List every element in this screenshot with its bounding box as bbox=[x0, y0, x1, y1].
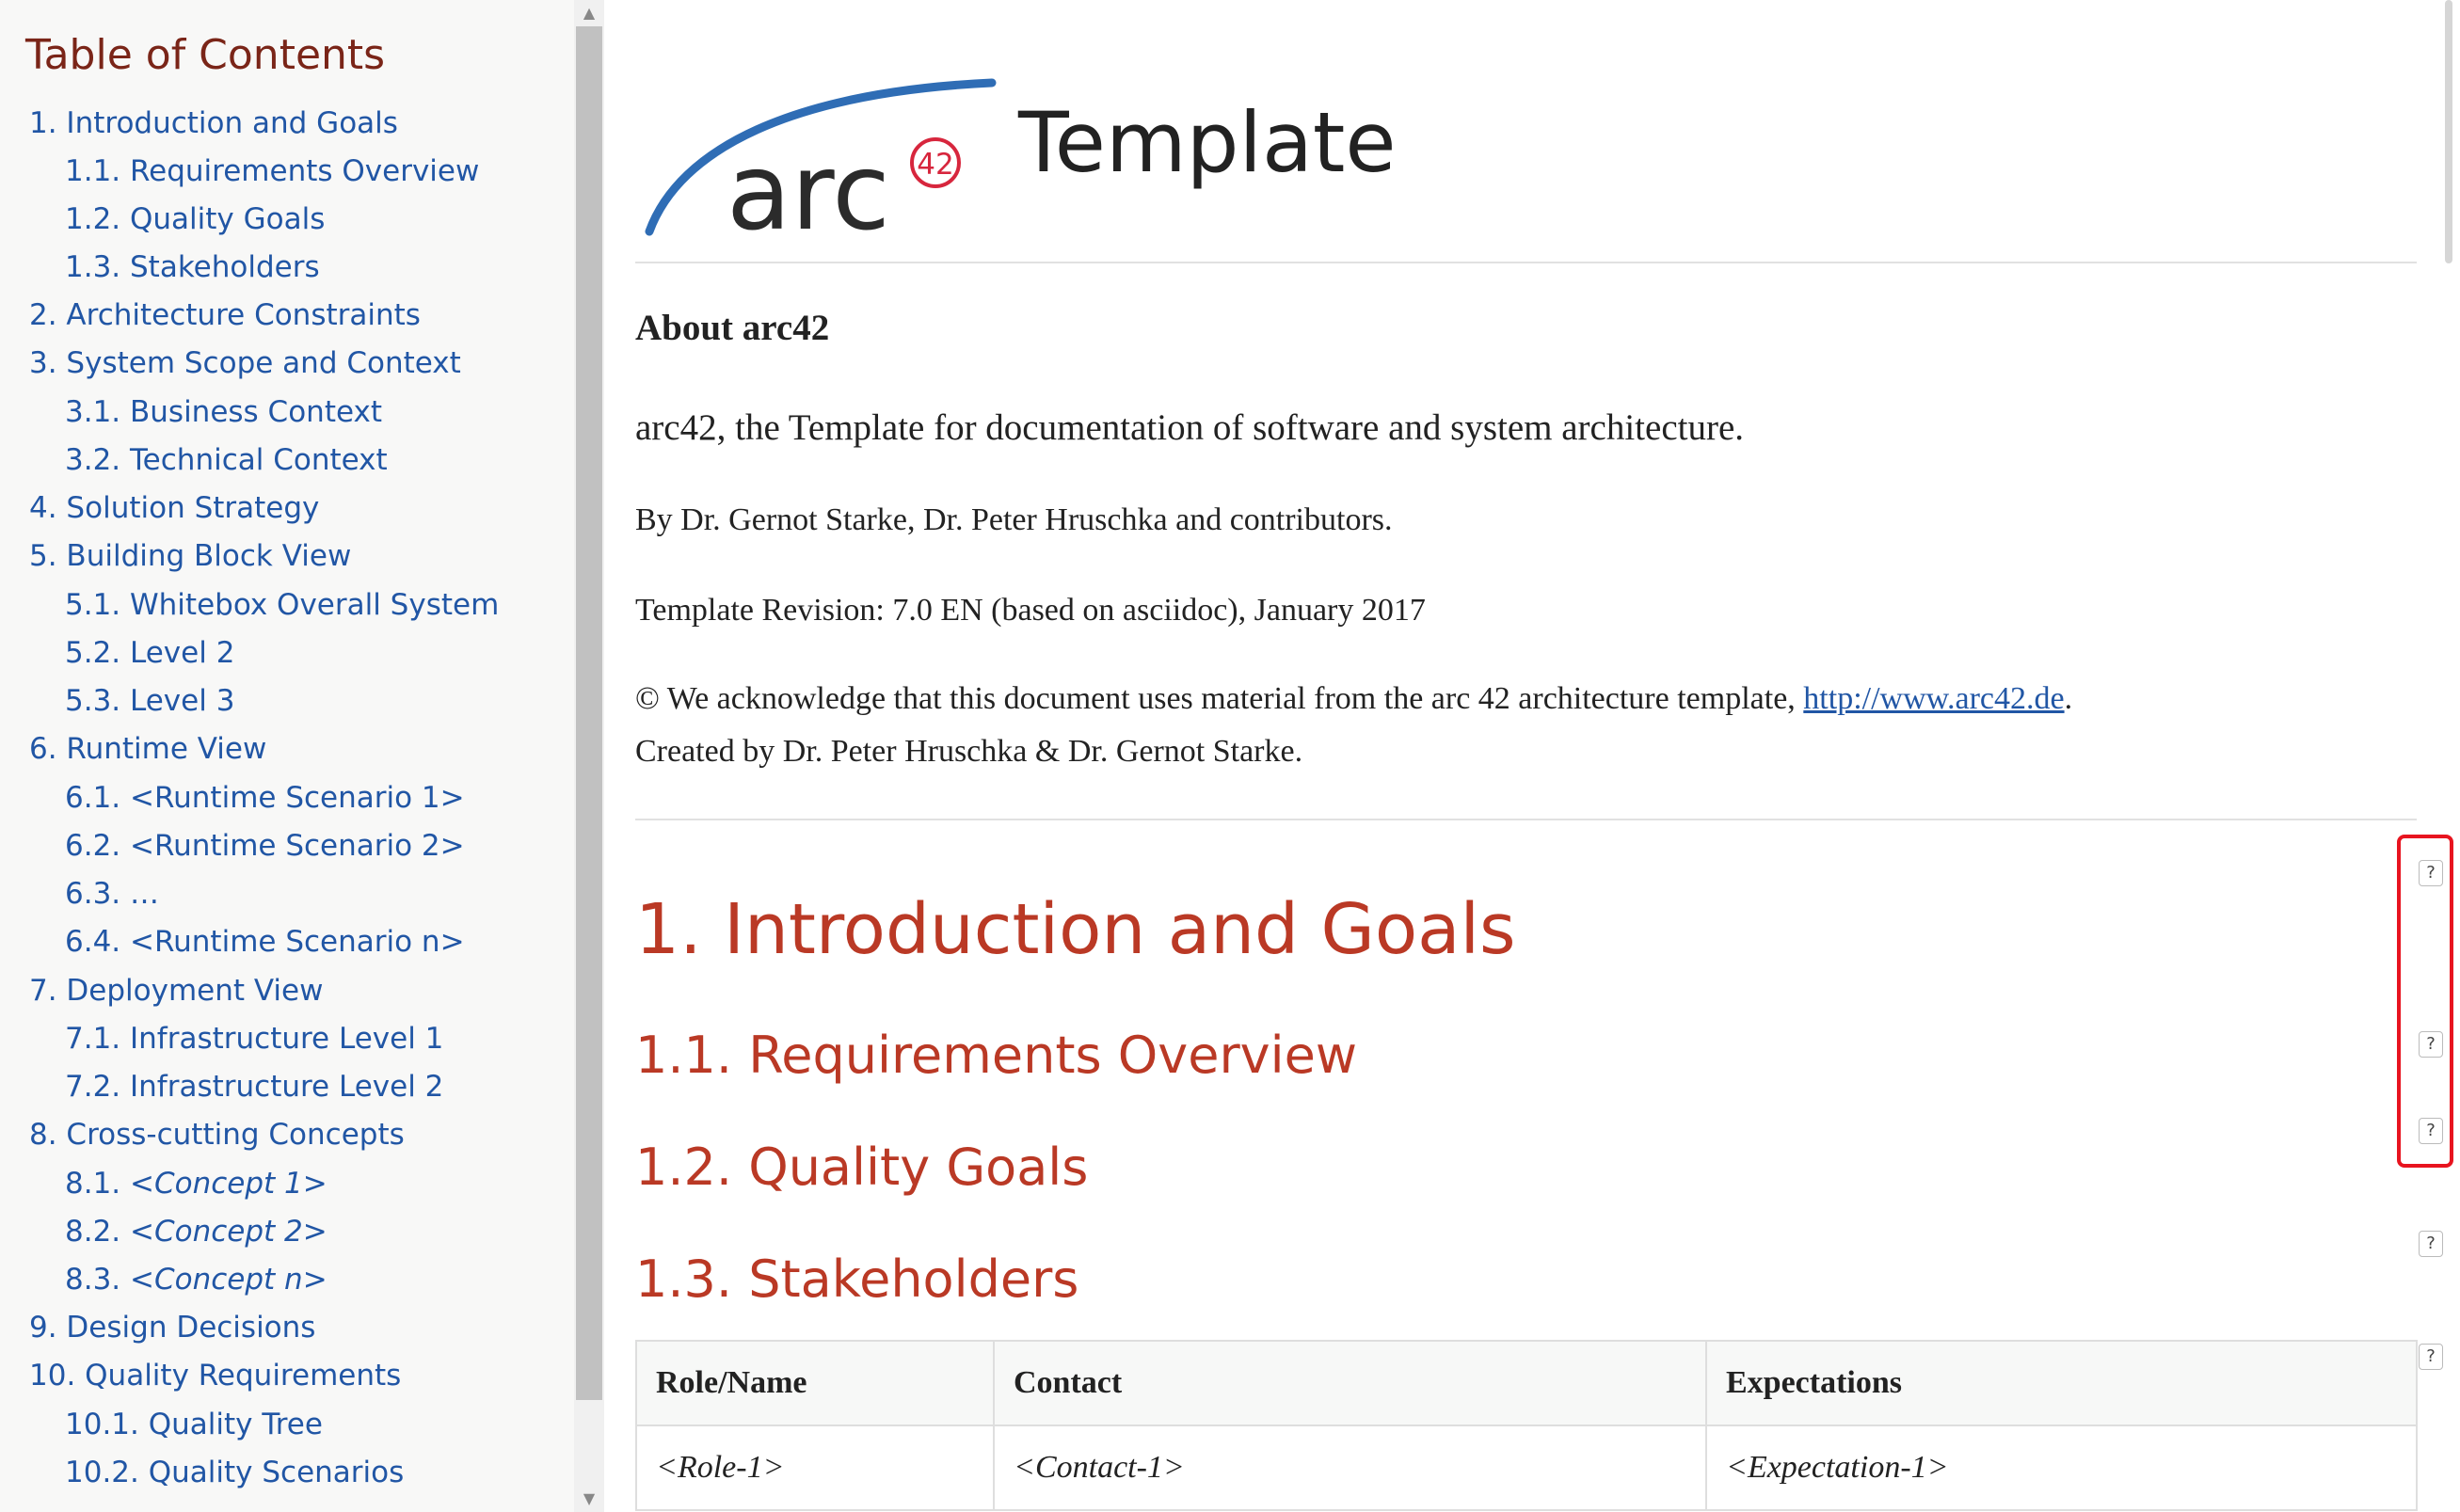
toc-item-concept-n[interactable]: 8.3. <Concept n> bbox=[65, 1263, 327, 1297]
toc-item-concept-2[interactable]: 8.2. <Concept 2> bbox=[65, 1215, 327, 1249]
toc-item-concept-1[interactable]: 8.1. <Concept 1> bbox=[65, 1167, 327, 1201]
arc42-logo-graphic: arc 42 bbox=[645, 78, 997, 254]
column-header-contact: Contact bbox=[993, 1340, 1707, 1426]
about-revision: Template Revision: 7.0 EN (based on asci… bbox=[635, 593, 1426, 628]
arc42-logo: arc 42 bbox=[642, 73, 999, 254]
toc-item-stakeholders[interactable]: 1.3. Stakeholders bbox=[65, 250, 320, 284]
toc-item-italic-label: <Concept n> bbox=[130, 1263, 327, 1297]
logo-text: arc bbox=[727, 132, 890, 243]
about-authors: By Dr. Gernot Starke, Dr. Peter Hruschka… bbox=[635, 502, 1393, 537]
toc-item-quality-goals[interactable]: 1.2. Quality Goals bbox=[65, 202, 325, 236]
section-heading-stakeholders: 1.3. Stakeholders bbox=[635, 1249, 1079, 1309]
table-row: <Role-1> <Contact-1> <Expectation-1> bbox=[635, 1424, 2418, 1511]
toc-item-level-2[interactable]: 5.2. Level 2 bbox=[65, 636, 234, 670]
toc-item-italic-label: <Concept 1> bbox=[130, 1167, 327, 1201]
toc-item-number: 8.2. bbox=[65, 1215, 131, 1249]
toc-item-business-context[interactable]: 3.1. Business Context bbox=[65, 395, 382, 429]
toc-scrollbar-thumb[interactable] bbox=[576, 26, 602, 1400]
toc-item-design-decisions[interactable]: 9. Design Decisions bbox=[29, 1311, 315, 1345]
toc-item-quality-requirements[interactable]: 10. Quality Requirements bbox=[29, 1359, 401, 1393]
help-icon[interactable]: ? bbox=[2419, 1231, 2443, 1257]
column-header-expectations: Expectations bbox=[1705, 1340, 2418, 1426]
toc-item-architecture-constraints[interactable]: 2. Architecture Constraints bbox=[29, 298, 421, 332]
toc-item-runtime-view[interactable]: 6. Runtime View bbox=[29, 732, 266, 766]
toc-scrollbar[interactable]: ▲ ▼ bbox=[574, 0, 604, 1512]
toc-item-deployment-view[interactable]: 7. Deployment View bbox=[29, 974, 323, 1008]
toc-item-runtime-scenario-n[interactable]: 6.4. <Runtime Scenario n> bbox=[65, 925, 465, 959]
ack-suffix: . bbox=[2064, 681, 2073, 716]
table-cell-role: <Role-1> bbox=[635, 1424, 995, 1511]
arc42-link[interactable]: http://www.arc42.de bbox=[1803, 681, 2064, 716]
toc-item-runtime-scenario-2[interactable]: 6.2. <Runtime Scenario 2> bbox=[65, 829, 465, 863]
toc-item-building-block-view[interactable]: 5. Building Block View bbox=[29, 539, 351, 573]
toc-item-number: 8.3. bbox=[65, 1263, 131, 1297]
toc-item-runtime-ellipsis[interactable]: 6.3. … bbox=[65, 877, 159, 911]
toc-item-infrastructure-level-2[interactable]: 7.2. Infrastructure Level 2 bbox=[65, 1070, 443, 1104]
scroll-down-arrow-icon[interactable]: ▼ bbox=[574, 1486, 604, 1512]
table-cell-expectation: <Expectation-1> bbox=[1705, 1424, 2418, 1511]
toc-item-quality-tree[interactable]: 10.1. Quality Tree bbox=[65, 1408, 323, 1441]
document-content: arc 42 Template About arc42 arc42, the T… bbox=[604, 0, 2460, 1512]
toc-item-introduction-and-goals[interactable]: 1. Introduction and Goals bbox=[29, 106, 398, 140]
toc-item-whitebox-overall-system[interactable]: 5.1. Whitebox Overall System bbox=[65, 588, 499, 622]
table-cell-contact: <Contact-1> bbox=[993, 1424, 1707, 1511]
table-header-row: Role/Name Contact Expectations bbox=[635, 1340, 2418, 1426]
toc-item-number: 8.1. bbox=[65, 1167, 131, 1201]
about-created-by: Created by Dr. Peter Hruschka & Dr. Gern… bbox=[635, 734, 1303, 769]
about-lead: arc42, the Template for documentation of… bbox=[635, 407, 1745, 448]
toc-item-technical-context[interactable]: 3.2. Technical Context bbox=[65, 443, 388, 477]
main-scrollbar-thumb[interactable] bbox=[2445, 0, 2452, 263]
toc-item-solution-strategy[interactable]: 4. Solution Strategy bbox=[29, 491, 319, 525]
toc-item-infrastructure-level-1[interactable]: 7.1. Infrastructure Level 1 bbox=[65, 1022, 443, 1056]
toc-item-cross-cutting-concepts[interactable]: 8. Cross-cutting Concepts bbox=[29, 1118, 405, 1152]
logo-badge: 42 bbox=[917, 148, 953, 182]
toc-item-runtime-scenario-1[interactable]: 6.1. <Runtime Scenario 1> bbox=[65, 781, 465, 815]
section-heading-requirements-overview: 1.1. Requirements Overview bbox=[635, 1026, 1358, 1085]
about-heading: About arc42 bbox=[635, 308, 830, 348]
stakeholder-table: Role/Name Contact Expectations <Role-1> … bbox=[635, 1340, 2418, 1511]
scroll-up-arrow-icon[interactable]: ▲ bbox=[574, 0, 604, 26]
toc-item-italic-label: <Concept 2> bbox=[130, 1215, 327, 1249]
ack-text: © We acknowledge that this document uses… bbox=[635, 681, 1804, 716]
section-heading-quality-goals: 1.2. Quality Goals bbox=[635, 1138, 1089, 1197]
toc-item-level-3[interactable]: 5.3. Level 3 bbox=[65, 684, 234, 718]
toc-title: Table of Contents bbox=[25, 31, 386, 79]
column-header-role: Role/Name bbox=[635, 1340, 995, 1426]
section-heading-introduction: 1. Introduction and Goals bbox=[635, 889, 1516, 970]
about-divider bbox=[635, 819, 2417, 820]
document-title: Template bbox=[1018, 94, 1397, 191]
about-acknowledgement: © We acknowledge that this document uses… bbox=[635, 681, 2072, 717]
toc-item-system-scope-and-context[interactable]: 3. System Scope and Context bbox=[29, 346, 461, 380]
help-icon[interactable]: ? bbox=[2419, 1344, 2443, 1370]
toc-item-requirements-overview[interactable]: 1.1. Requirements Overview bbox=[65, 154, 479, 188]
title-divider bbox=[635, 262, 2417, 263]
help-icons-highlight-box bbox=[2397, 835, 2453, 1168]
toc-item-quality-scenarios[interactable]: 10.2. Quality Scenarios bbox=[65, 1456, 404, 1489]
table-of-contents: Table of Contents 1. Introduction and Go… bbox=[0, 0, 574, 1512]
